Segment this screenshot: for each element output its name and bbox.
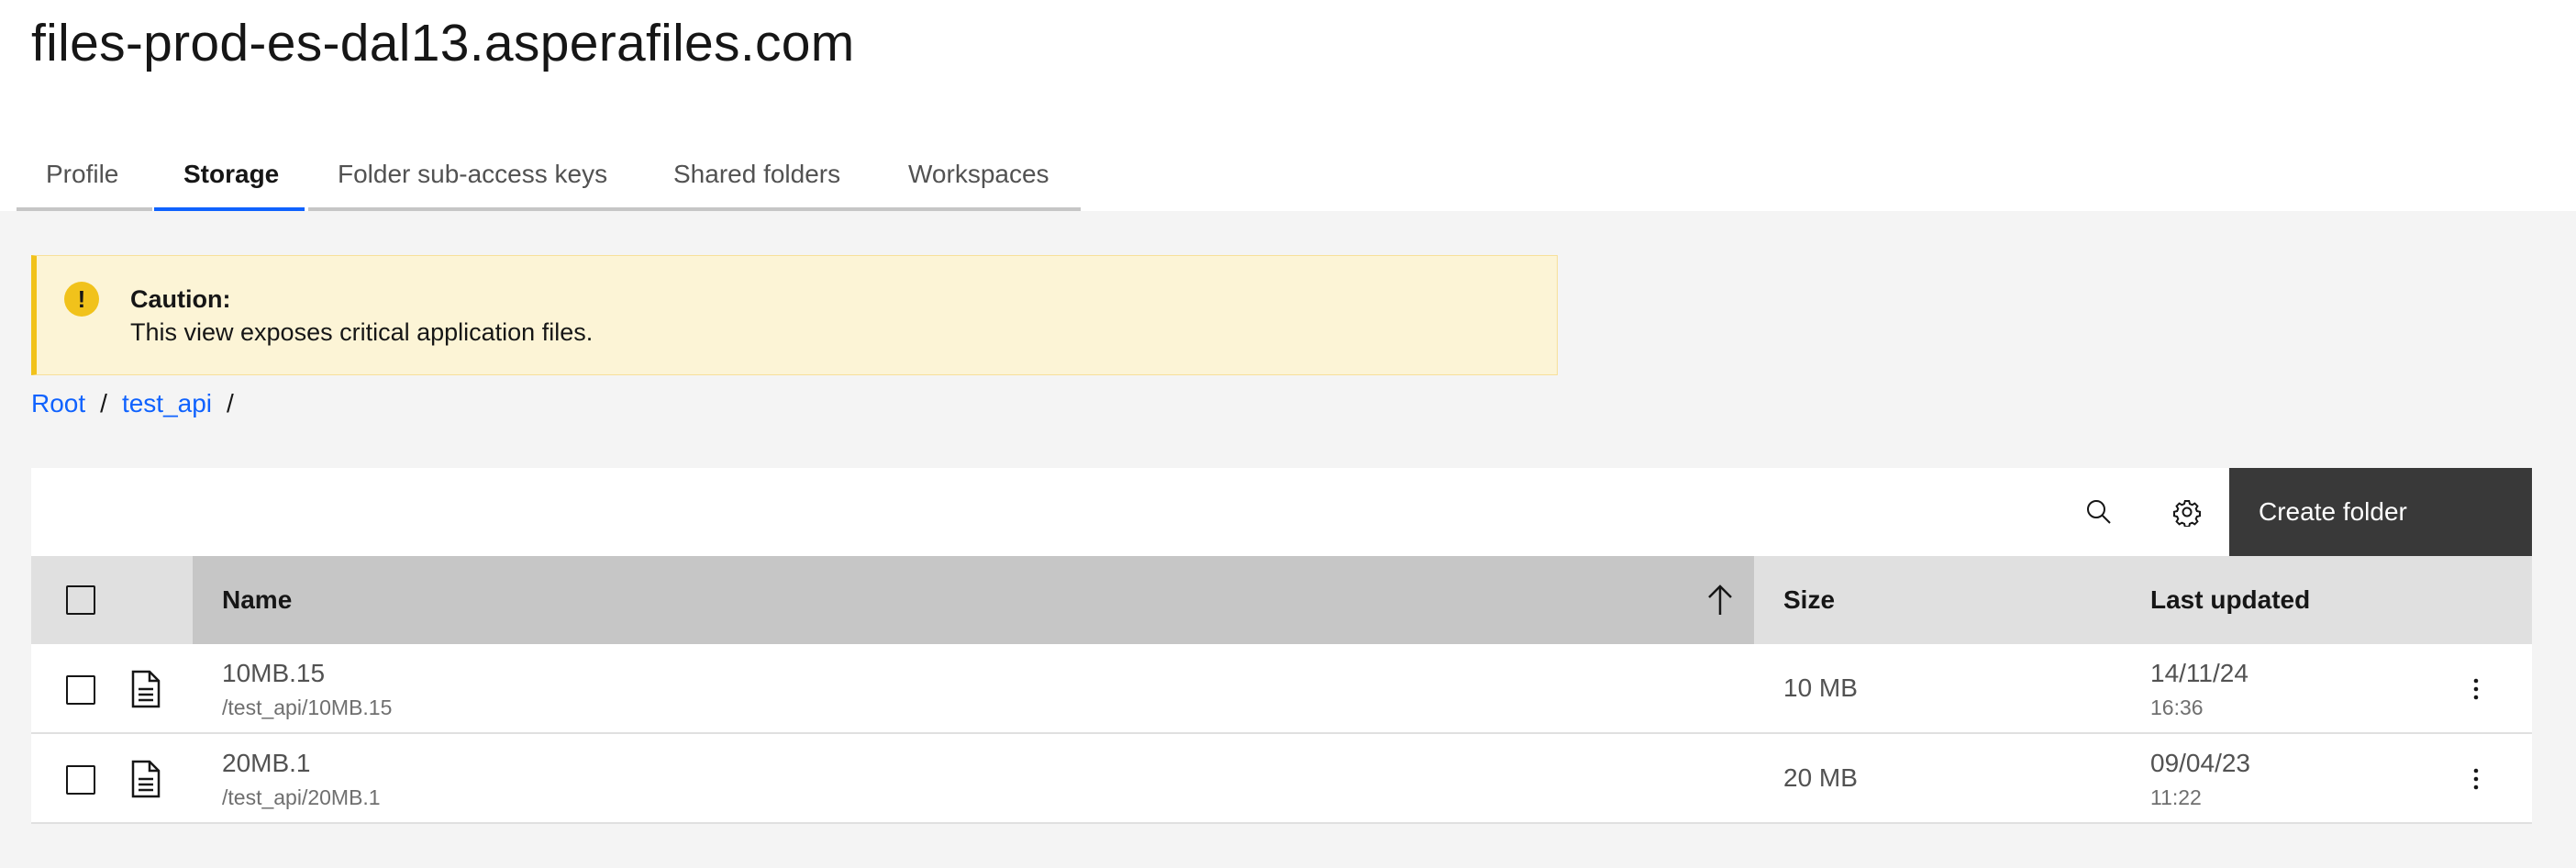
table-row[interactable]: 10MB.15 /test_api/10MB.15 10 MB 14/11/24… (31, 644, 2532, 734)
tab-storage[interactable]: Storage (154, 147, 305, 211)
search-icon (2087, 500, 2111, 524)
tab-workspaces[interactable]: Workspaces (879, 147, 1081, 211)
column-header-size[interactable]: Size (1783, 556, 1835, 644)
tab-label: Storage (183, 160, 280, 188)
tab-label: Profile (46, 160, 119, 188)
overflow-menu-button[interactable] (2453, 756, 2499, 802)
table-row[interactable]: 20MB.1 /test_api/20MB.1 20 MB 09/04/23 1… (31, 734, 2532, 824)
search-button[interactable] (2055, 468, 2143, 556)
tab-label: Shared folders (673, 160, 841, 188)
page-header: files-prod-es-dal13.asperafiles.com Prof… (0, 0, 2576, 211)
row-checkbox[interactable] (66, 675, 95, 705)
tab-folder-sub-access-keys[interactable]: Folder sub-access keys (308, 147, 657, 211)
page-title: files-prod-es-dal13.asperafiles.com (31, 14, 855, 72)
table-header: Name Size Last updated (31, 556, 2532, 644)
tab-profile[interactable]: Profile (17, 147, 152, 211)
overflow-menu-button[interactable] (2453, 666, 2499, 712)
breadcrumb: Root / test_api / (31, 389, 249, 418)
file-name[interactable]: 20MB.1 (222, 749, 311, 778)
column-header-name[interactable]: Name (193, 556, 1754, 644)
row-checkbox[interactable] (66, 765, 95, 795)
arrow-up-icon (1708, 584, 1732, 615)
overflow-menu-icon (2473, 768, 2479, 790)
table-toolbar: Create folder (31, 468, 2532, 556)
last-updated-date: 14/11/24 (2150, 659, 2248, 687)
gear-icon (2173, 500, 2201, 527)
tab-shared-folders[interactable]: Shared folders (644, 147, 890, 211)
column-header-label: Last updated (2150, 585, 2311, 614)
file-name[interactable]: 10MB.15 (222, 659, 325, 688)
warning-notification: ! Caution: This view exposes critical ap… (31, 255, 1558, 375)
breadcrumb-separator: / (227, 389, 234, 417)
file-path: /test_api/20MB.1 (222, 785, 381, 809)
warning-icon: ! (64, 282, 99, 317)
select-all-checkbox[interactable] (66, 585, 95, 615)
last-updated-time: 11:22 (2150, 785, 2202, 809)
last-updated-date: 09/04/23 (2150, 749, 2250, 777)
tab-label: Folder sub-access keys (338, 160, 608, 188)
notification-subtitle: This view exposes critical application f… (130, 318, 594, 346)
file-size: 20 MB (1783, 763, 1858, 792)
document-icon (131, 670, 161, 708)
column-header-label: Size (1783, 585, 1836, 614)
column-header-label: Name (222, 585, 293, 614)
overflow-menu-icon (2473, 678, 2479, 700)
file-size: 10 MB (1783, 673, 1858, 702)
breadcrumb-separator: / (100, 389, 107, 417)
breadcrumb-test-api[interactable]: test_api (122, 389, 212, 417)
last-updated-time: 16:36 (2150, 696, 2204, 719)
breadcrumb-root[interactable]: Root (31, 389, 85, 417)
file-path: /test_api/10MB.15 (222, 696, 393, 719)
column-header-last-updated[interactable]: Last updated (2150, 556, 2310, 644)
settings-button[interactable] (2143, 468, 2231, 556)
create-folder-button[interactable]: Create folder (2229, 468, 2532, 556)
document-icon (131, 760, 161, 798)
notification-title: Caution: (130, 285, 231, 313)
tab-label: Workspaces (908, 160, 1049, 188)
